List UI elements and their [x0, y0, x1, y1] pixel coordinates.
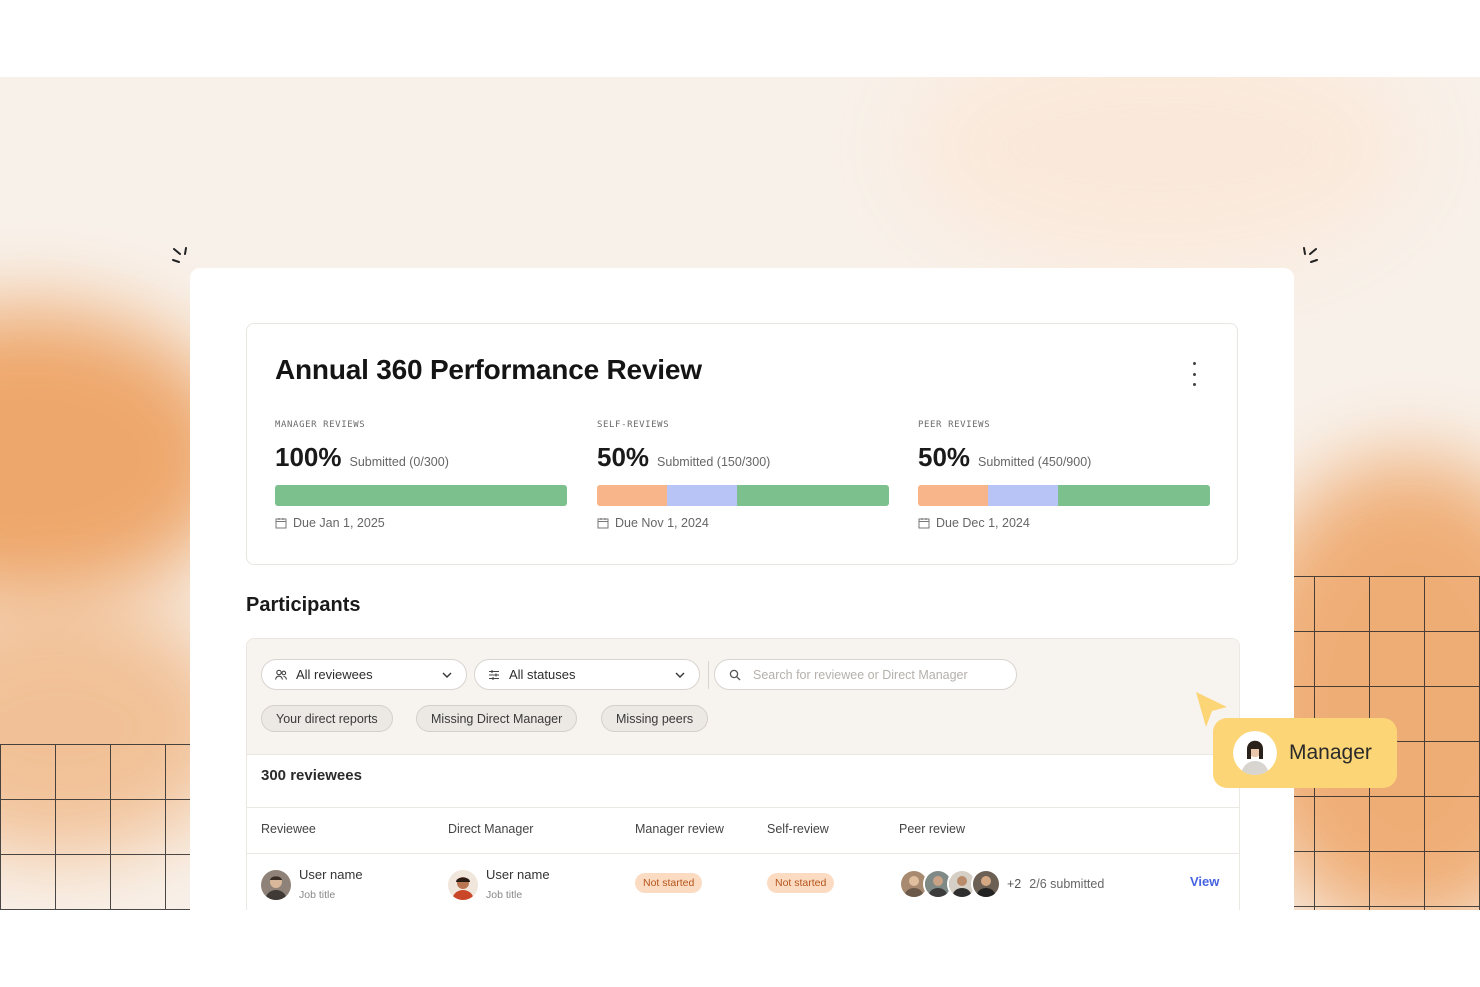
progress-segment [667, 485, 738, 506]
more-options-icon[interactable] [1187, 362, 1201, 386]
progress-segment [275, 485, 567, 506]
column-header-manager-review[interactable]: Manager review [635, 822, 724, 836]
column-header-reviewee[interactable]: Reviewee [261, 822, 316, 836]
manager-name: User name [486, 867, 550, 882]
peer-submitted-status: 2/6 submitted [1029, 877, 1105, 891]
chevron-down-icon [440, 668, 454, 682]
progress-segment [1058, 485, 1210, 506]
manager-tag-label: Manager [1289, 741, 1372, 764]
reviewee-name: User name [299, 867, 363, 882]
metric-percent: 50% [918, 442, 971, 472]
progress-bar [275, 485, 567, 506]
reviewee-cell: User name Job title [261, 867, 363, 903]
review-summary-card: Annual 360 Performance Review MANAGER RE… [246, 323, 1238, 565]
progress-segment [737, 485, 889, 506]
reviewees-select-value: All reviewees [296, 667, 373, 682]
column-header-peer-review[interactable]: Peer review [899, 822, 965, 836]
chevron-down-icon [673, 668, 687, 682]
page-title: Annual 360 Performance Review [275, 354, 702, 385]
self-review-status-badge: Not started [767, 873, 835, 893]
metric-due-date: Due Nov 1, 2024 [615, 516, 709, 530]
chip-missing-peers[interactable]: Missing peers [601, 705, 709, 732]
sparkle-icon [1296, 245, 1320, 269]
column-header-direct-manager[interactable]: Direct Manager [448, 822, 533, 836]
statuses-select-value: All statuses [509, 667, 576, 682]
sparkle-icon [170, 245, 194, 269]
metric-manager-reviews: MANAGER REVIEWS 100% Submitted (0/300) D… [275, 420, 567, 530]
metric-submitted: Submitted (450/900) [978, 455, 1092, 469]
reviewee-job-title: Job title [299, 889, 336, 901]
reviewee-count: 300 reviewees [261, 767, 362, 784]
progress-bar [597, 485, 889, 506]
table-row[interactable]: User name Job title User name Job title … [247, 853, 1239, 910]
chip-your-direct-reports[interactable]: Your direct reports [261, 705, 393, 732]
metric-percent: 100% [275, 442, 342, 472]
manager-job-title: Job title [486, 889, 523, 901]
avatar [261, 870, 291, 900]
peer-avatars: +2 2/6 submitted [899, 869, 1104, 899]
metric-submitted: Submitted (150/300) [657, 455, 771, 469]
calendar-icon [275, 517, 287, 529]
avatar [1233, 731, 1277, 775]
progress-segment [918, 485, 989, 506]
progress-bar [918, 485, 1210, 506]
bg-blob [900, 77, 1420, 277]
participants-panel: All reviewees All statuses Your direct r… [246, 638, 1240, 910]
search-input[interactable] [751, 666, 995, 683]
search-icon [729, 669, 741, 680]
progress-segment [988, 485, 1059, 506]
peer-overflow-count: +2 [1007, 877, 1022, 891]
search-box [714, 659, 1017, 690]
metric-due-date: Due Dec 1, 2024 [936, 516, 1030, 530]
app-card: Annual 360 Performance Review MANAGER RE… [190, 268, 1294, 910]
metric-self-reviews: SELF-REVIEWS 50% Submitted (150/300) Due… [597, 420, 889, 530]
metric-due-date: Due Jan 1, 2025 [293, 516, 385, 530]
manager-review-status-badge: Not started [635, 873, 703, 893]
grid-decoration-left [0, 744, 190, 910]
manager-cell: User name Job title [448, 867, 550, 903]
people-icon [274, 668, 288, 682]
metric-percent: 50% [597, 442, 650, 472]
avatar [971, 869, 1001, 899]
metric-label: SELF-REVIEWS [597, 420, 670, 430]
column-header-self-review[interactable]: Self-review [767, 822, 829, 836]
metric-peer-reviews: PEER REVIEWS 50% Submitted (450/900) Due… [918, 420, 1210, 530]
calendar-icon [597, 517, 609, 529]
avatar [448, 870, 478, 900]
chip-missing-direct-manager[interactable]: Missing Direct Manager [416, 705, 578, 732]
participants-heading: Participants [246, 594, 361, 616]
progress-segment [597, 485, 668, 506]
metric-submitted: Submitted (0/300) [349, 455, 449, 469]
manager-cursor-tag: Manager [1213, 718, 1397, 788]
filter-sliders-icon [487, 668, 501, 682]
calendar-icon [918, 517, 930, 529]
view-link[interactable]: View [1190, 874, 1219, 889]
metric-label: PEER REVIEWS [918, 420, 991, 430]
metric-label: MANAGER REVIEWS [275, 420, 366, 430]
reviewees-select[interactable]: All reviewees [261, 659, 467, 690]
statuses-select[interactable]: All statuses [474, 659, 700, 690]
table-header: Reviewee Direct Manager Manager review S… [247, 807, 1239, 854]
divider [708, 661, 709, 689]
filter-bar: All reviewees All statuses Your direct r… [247, 639, 1239, 755]
